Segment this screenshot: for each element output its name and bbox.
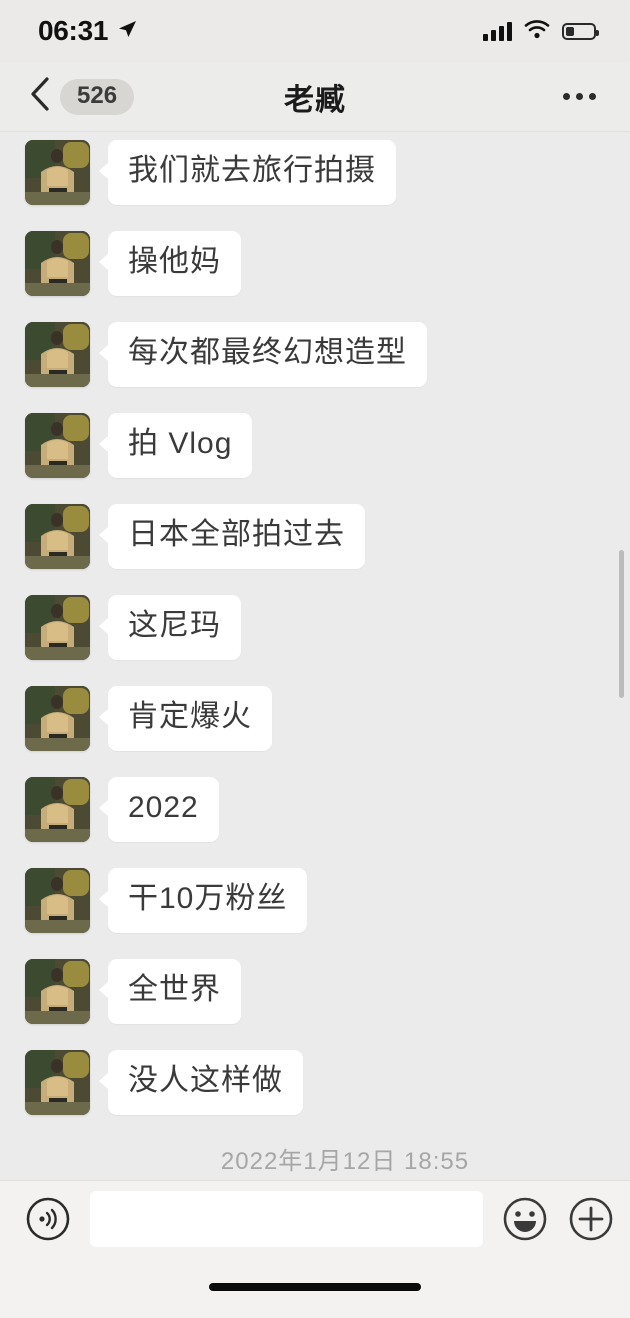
location-arrow-icon (116, 18, 138, 45)
avatar[interactable] (25, 959, 90, 1024)
avatar[interactable] (25, 868, 90, 933)
message-bubble[interactable]: 每次都最终幻想造型 (99, 322, 427, 387)
back-button[interactable]: 526 (30, 77, 135, 116)
avatar[interactable] (25, 231, 90, 296)
cellular-signal-icon (483, 21, 512, 41)
avatar[interactable] (25, 504, 90, 569)
home-indicator-area (0, 1256, 630, 1318)
bubble-wrap: 干10万粉丝 (98, 868, 308, 933)
bubble-wrap: 这尼玛 (99, 595, 241, 660)
bubble-wrap: 肯定爆火 (99, 686, 272, 751)
bubble-wrap: 拍 Vlog (98, 413, 253, 478)
status-bar: 06:31 (0, 0, 630, 62)
message-row[interactable]: 每次都最终幻想造型 (0, 322, 630, 387)
message-row[interactable]: 2022 (0, 777, 630, 842)
message-row[interactable]: 全世界 (0, 959, 630, 1024)
message-bubble[interactable]: 没人这样做 (99, 1050, 303, 1115)
message-bubble[interactable]: 这尼玛 (99, 595, 241, 660)
avatar[interactable] (25, 1050, 90, 1115)
emoji-smiley-icon[interactable] (501, 1195, 549, 1243)
bubble-wrap: 2022 (99, 777, 219, 842)
message-bubble[interactable]: 干10万粉丝 (98, 868, 308, 933)
message-row[interactable]: 这尼玛 (0, 595, 630, 660)
home-indicator[interactable] (209, 1283, 421, 1291)
message-timestamp: 2022年1月12日 18:55 (220, 1148, 470, 1175)
vertical-scrollbar[interactable] (619, 550, 624, 698)
message-bubble[interactable]: 2022 (99, 777, 219, 842)
message-row[interactable]: 我们就去旅行拍摄 (0, 140, 630, 205)
status-bar-left: 06:31 (38, 15, 138, 47)
battery-icon (562, 22, 599, 40)
voice-message-icon[interactable] (24, 1195, 72, 1243)
message-row[interactable]: 肯定爆火 (0, 686, 630, 751)
bubble-wrap: 每次都最终幻想造型 (99, 322, 427, 387)
navigation-bar: 526 老臧 (0, 62, 630, 132)
bubble-wrap: 我们就去旅行拍摄 (99, 140, 396, 205)
bubble-wrap: 操他妈 (99, 231, 241, 296)
status-bar-right (483, 19, 599, 44)
message-bubble[interactable]: 全世界 (99, 959, 241, 1024)
avatar[interactable] (25, 140, 90, 205)
message-input[interactable] (90, 1190, 483, 1247)
chat-screen: 06:31 526 老臧 我们就去旅行拍摄 操他妈 每次都最终幻想造型 拍 Vl… (0, 0, 630, 1318)
message-row[interactable]: 日本全部拍过去 (0, 504, 630, 569)
bubble-wrap: 没人这样做 (99, 1050, 303, 1115)
message-bubble[interactable]: 我们就去旅行拍摄 (99, 140, 396, 205)
avatar[interactable] (25, 413, 90, 478)
avatar[interactable] (25, 595, 90, 660)
message-row[interactable]: 拍 Vlog (0, 413, 630, 478)
message-row[interactable]: 操他妈 (0, 231, 630, 296)
avatar[interactable] (25, 777, 90, 842)
message-bubble[interactable]: 日本全部拍过去 (99, 504, 365, 569)
message-list[interactable]: 我们就去旅行拍摄 操他妈 每次都最终幻想造型 拍 Vlog 日本全部拍过去 这尼… (0, 132, 630, 1180)
battery-fill (566, 26, 575, 36)
message-bubble[interactable]: 操他妈 (99, 231, 241, 296)
avatar[interactable] (25, 322, 90, 387)
message-bubble[interactable]: 肯定爆火 (99, 686, 272, 751)
bubble-wrap: 日本全部拍过去 (99, 504, 365, 569)
message-bubble[interactable]: 拍 Vlog (98, 413, 253, 478)
back-chevron-icon[interactable] (30, 77, 50, 116)
wifi-icon (524, 19, 550, 44)
message-input-bar (0, 1180, 630, 1256)
status-time: 06:31 (38, 15, 109, 46)
message-row[interactable]: 没人这样做 (0, 1050, 630, 1115)
message-row[interactable]: 干10万粉丝 (0, 868, 630, 933)
avatar[interactable] (25, 686, 90, 751)
plus-more-icon[interactable] (567, 1195, 615, 1243)
unread-count-badge[interactable]: 526 (60, 78, 135, 115)
more-options-icon[interactable] (559, 83, 600, 110)
bubble-wrap: 全世界 (99, 959, 241, 1024)
